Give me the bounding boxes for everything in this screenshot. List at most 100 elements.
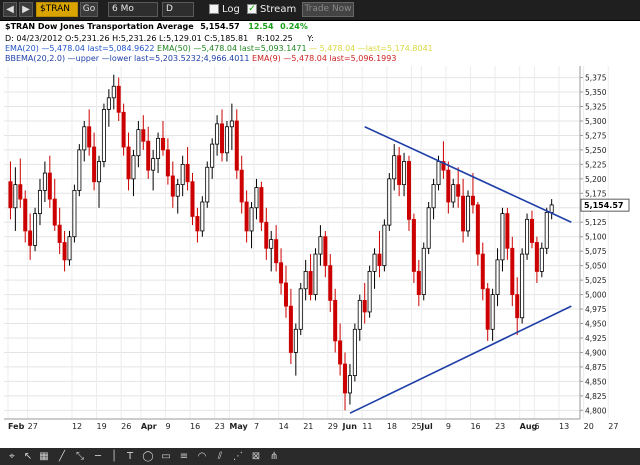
candle-body bbox=[82, 126, 87, 151]
x-tick-label: 27 bbox=[28, 422, 38, 431]
candle-body bbox=[505, 213, 510, 249]
select-icon[interactable]: ↖ bbox=[22, 451, 34, 463]
candlestick-chart: 5,375 5,350 5,325 5,300 5,275 5,250 5,225 5,200… bbox=[4, 66, 630, 431]
candle-body bbox=[52, 198, 57, 226]
x-tick-label: 27 bbox=[608, 422, 618, 431]
gann-tool-icon[interactable]: ⊠ bbox=[250, 451, 262, 463]
y-tick-label: 5,350 bbox=[585, 88, 607, 97]
y-tick-label: 5,275 bbox=[585, 131, 607, 140]
x-tick-label: 26 bbox=[121, 422, 131, 431]
candle-body bbox=[421, 247, 426, 295]
y-tick-label: 5,200 bbox=[585, 175, 607, 184]
candle-body bbox=[28, 230, 33, 246]
candle-body bbox=[205, 166, 210, 203]
candle-body bbox=[220, 123, 225, 154]
y-tick-label: 5,225 bbox=[585, 160, 607, 169]
candle-body bbox=[210, 143, 215, 168]
candle-body bbox=[224, 126, 229, 154]
candle-body bbox=[254, 187, 259, 209]
candle-body bbox=[510, 247, 515, 295]
candle-body bbox=[136, 129, 141, 157]
candle-body bbox=[308, 271, 313, 295]
candle-body bbox=[200, 201, 205, 232]
candle-body bbox=[352, 328, 357, 376]
candle-body bbox=[180, 163, 185, 186]
candle-body bbox=[298, 288, 303, 330]
x-tick-label: Apr bbox=[141, 422, 157, 431]
x-axis-ticks: Feb 27 12 19 26 Apr 9 16 23 May 7 14 21 29 Jun 11 18 25 Ju… bbox=[8, 422, 618, 431]
x-tick-label: 18 bbox=[387, 422, 397, 431]
candle-body bbox=[151, 158, 156, 171]
candle-body bbox=[131, 155, 136, 180]
channel-tool-icon[interactable]: ⫽ bbox=[214, 451, 226, 463]
vline-tool-icon[interactable]: │ bbox=[108, 451, 120, 463]
candle-body bbox=[33, 213, 38, 246]
candle-body bbox=[293, 328, 298, 353]
cursor-icon[interactable]: ⌖ bbox=[6, 451, 18, 463]
candle-body bbox=[436, 161, 441, 186]
candle-body bbox=[185, 163, 190, 183]
candle-body bbox=[328, 265, 333, 301]
candle-body bbox=[431, 184, 436, 209]
x-tick-label: Jul bbox=[420, 422, 433, 431]
candle-body bbox=[347, 375, 352, 394]
candle-body bbox=[377, 253, 382, 267]
x-tick-label: 9 bbox=[165, 422, 170, 431]
fan-tool-icon[interactable]: ⋰ bbox=[232, 451, 244, 463]
x-tick-label: 6 bbox=[534, 422, 539, 431]
candle-body bbox=[259, 187, 264, 223]
candle-body bbox=[13, 184, 18, 209]
candle-body bbox=[269, 239, 274, 249]
x-tick-label: 13 bbox=[559, 422, 569, 431]
y-tick-label: 5,300 bbox=[585, 117, 607, 126]
candle-body bbox=[466, 195, 471, 232]
candle-body bbox=[239, 169, 244, 203]
candle-body bbox=[362, 299, 367, 313]
candle-body bbox=[87, 126, 92, 148]
hline-tool-icon[interactable]: ─ bbox=[92, 451, 104, 463]
y-tick-label: 5,000 bbox=[585, 291, 607, 300]
candle-body bbox=[288, 305, 293, 353]
candle-body bbox=[92, 146, 97, 183]
rect-tool-icon[interactable]: ▭ bbox=[160, 451, 172, 463]
y-tick-label: 5,250 bbox=[585, 146, 607, 155]
y-tick-label: 4,925 bbox=[585, 334, 607, 343]
ellipse-tool-icon[interactable]: ◯ bbox=[142, 451, 154, 463]
candle-body bbox=[42, 172, 47, 191]
x-tick-label: 14 bbox=[279, 422, 289, 431]
candle-body bbox=[343, 363, 348, 394]
candle-body bbox=[392, 155, 397, 180]
y-tick-label: 5,375 bbox=[585, 74, 607, 83]
candle-body bbox=[23, 198, 28, 232]
delete-icon[interactable]: ▦ bbox=[38, 451, 50, 463]
y-tick-label: 4,975 bbox=[585, 305, 607, 314]
x-tick-label: 9 bbox=[446, 422, 451, 431]
candle-body bbox=[234, 120, 239, 171]
y-tick-label: 4,800 bbox=[585, 406, 607, 415]
y-tick-label: 5,050 bbox=[585, 262, 607, 271]
fib-tool-icon[interactable]: ≡ bbox=[178, 451, 190, 463]
y-tick-label: 4,875 bbox=[585, 363, 607, 372]
x-tick-label: 19 bbox=[97, 422, 107, 431]
candle-body bbox=[451, 184, 456, 203]
candle-body bbox=[372, 253, 377, 272]
pitchfork-tool-icon[interactable]: ⋔ bbox=[268, 451, 280, 463]
ray-tool-icon[interactable]: ⤡ bbox=[74, 451, 86, 463]
candle-body bbox=[141, 129, 146, 142]
candle-body bbox=[495, 259, 500, 295]
x-tick-label: Feb bbox=[8, 422, 25, 431]
candle-body bbox=[525, 218, 530, 255]
x-tick-label: 7 bbox=[254, 422, 259, 431]
candle-body bbox=[156, 137, 161, 159]
x-tick-label: 29 bbox=[328, 422, 338, 431]
candle-body bbox=[170, 175, 175, 197]
y-tick-label: 5,325 bbox=[585, 103, 607, 112]
y-tick-label: 4,950 bbox=[585, 320, 607, 329]
y-tick-label: 5,025 bbox=[585, 276, 607, 285]
x-tick-label: 23 bbox=[495, 422, 505, 431]
arc-tool-icon[interactable]: ◠ bbox=[196, 451, 208, 463]
text-tool-icon[interactable]: T bbox=[124, 451, 136, 463]
x-tick-label: 12 bbox=[72, 422, 82, 431]
candle-body bbox=[264, 221, 269, 249]
line-tool-icon[interactable]: ╱ bbox=[56, 451, 68, 463]
